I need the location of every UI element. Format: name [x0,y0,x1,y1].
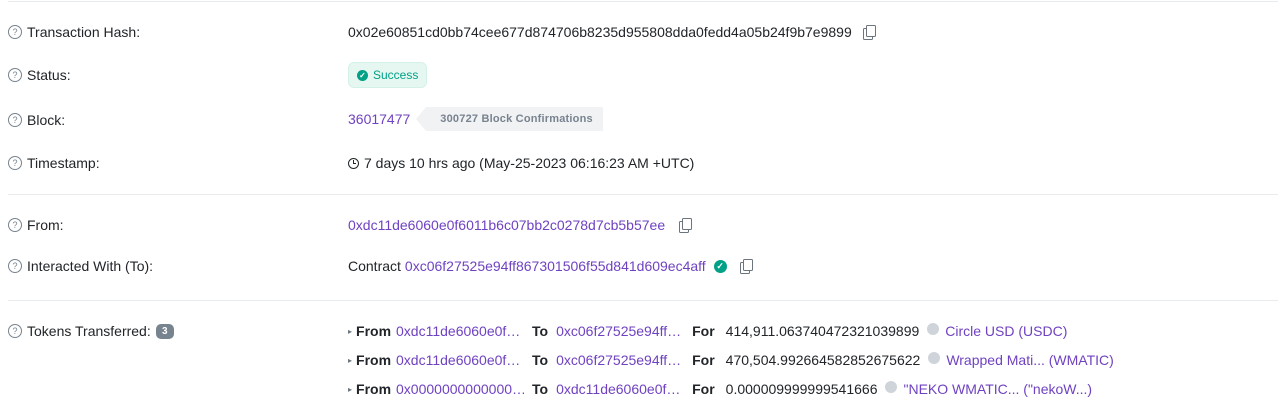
question-icon[interactable]: ? [8,259,22,273]
transfer-from-link[interactable]: 0xdc11de6060e0f… [396,323,524,339]
block-number-link[interactable]: 36017477 [348,111,410,127]
transfer-from-link[interactable]: 0xdc11de6060e0f… [396,352,524,368]
status-badge: ✓ Success [348,62,428,88]
timestamp-value: 7 days 10 hrs ago (May-25-2023 06:16:23 … [348,155,694,171]
transfer-amount: 470,504.992664582852675622 [725,352,921,368]
for-keyword: For [692,381,715,397]
from-keyword: From [356,323,392,339]
token-logo-icon [928,352,941,364]
transfer-amount: 414,911.063740472321039899 [725,323,920,339]
timestamp-label-text: Timestamp: [27,155,100,171]
token-transfer-row: ▸ From 0x0000000000000… To 0xdc11de6060e0f… F… [348,381,1092,397]
tx-hash-text: 0x02e60851cd0bb74cee677d874706b8235d9558… [348,24,852,40]
tx-hash-label: ? Transaction Hash: [8,24,140,40]
from-address-link[interactable]: 0xdc11de6060e0f6011b6c07bb2c0278d7cb5b57… [348,217,665,233]
contract-prefix: Contract [348,258,401,274]
for-keyword: For [692,323,715,339]
copy-icon[interactable] [678,218,693,233]
token-name-link[interactable]: Circle USD (USDC) [945,323,1067,339]
interacted-label: ? Interacted With (To): [8,258,153,274]
block-label: ? Block: [8,112,65,128]
block-value: 36017477 300727 Block Confirmations [348,107,603,131]
expand-caret-icon[interactable]: ▸ [348,385,352,394]
token-name-link[interactable]: Wrapped Mati... (WMATIC) [946,352,1114,368]
contract-address-link[interactable]: 0xc06f27525e94ff867301506f55d841d609ec4a… [405,258,706,274]
token-logo-icon [885,381,898,393]
token-name-link[interactable]: "NEKO WMATIC... ("nekoW...) [903,381,1092,397]
transfer-to-link[interactable]: 0xdc11de6060e0f… [556,381,681,397]
question-icon[interactable]: ? [8,113,22,127]
expand-caret-icon[interactable]: ▸ [348,356,352,365]
to-keyword: To [532,381,549,397]
tx-hash-value: 0x02e60851cd0bb74cee677d874706b8235d9558… [348,24,876,40]
status-text: Success [373,68,419,82]
divider [8,194,1278,195]
check-circle-icon: ✓ [357,69,368,81]
status-label-text: Status: [27,67,71,83]
question-icon[interactable]: ? [8,324,22,338]
transfer-to-link[interactable]: 0xc06f27525e94ff… [556,352,681,368]
transfer-amount: 0.000009999999541666 [725,381,878,397]
tokens-label: ? Tokens Transferred: 3 [8,323,174,339]
block-label-text: Block: [27,112,66,128]
to-keyword: To [532,323,549,339]
timestamp-label: ? Timestamp: [8,155,100,171]
block-confirmations-badge: 300727 Block Confirmations [416,107,603,131]
token-transfer-row: ▸ From 0xdc11de6060e0f… To 0xc06f27525e94ff…… [348,323,1067,339]
tx-hash-label-text: Transaction Hash: [27,24,141,40]
question-icon[interactable]: ? [8,156,22,170]
top-divider [8,1,1278,2]
status-value: ✓ Success [348,62,428,88]
question-icon[interactable]: ? [8,68,22,82]
copy-icon[interactable] [739,259,753,274]
tokens-count-badge: 3 [155,323,174,339]
interacted-label-text: Interacted With (To): [27,258,154,274]
verified-check-icon: ✓ [713,259,727,273]
from-label: ? From: [8,217,64,233]
expand-caret-icon[interactable]: ▸ [348,327,352,336]
question-icon[interactable]: ? [8,218,22,232]
token-logo-icon [927,323,940,335]
status-label: ? Status: [8,67,71,83]
interacted-value: Contract 0xc06f27525e94ff867301506f55d84… [348,258,753,274]
copy-icon[interactable] [862,25,876,40]
token-transfer-row: ▸ From 0xdc11de6060e0f… To 0xc06f27525e94ff…… [348,352,1114,368]
tokens-label-text: Tokens Transferred: [27,323,151,339]
timestamp-text: 7 days 10 hrs ago (May-25-2023 06:16:23 … [364,155,695,171]
transfer-from-link[interactable]: 0x0000000000000… [396,381,524,397]
divider [8,300,1278,301]
from-keyword: From [356,381,392,397]
from-keyword: From [356,352,392,368]
transfer-to-link[interactable]: 0xc06f27525e94ff… [556,323,681,339]
for-keyword: For [692,352,715,368]
from-value: 0xdc11de6060e0f6011b6c07bb2c0278d7cb5b57… [348,217,693,233]
from-label-text: From: [27,217,64,233]
clock-icon [348,157,359,169]
question-icon[interactable]: ? [8,25,22,39]
to-keyword: To [532,352,549,368]
